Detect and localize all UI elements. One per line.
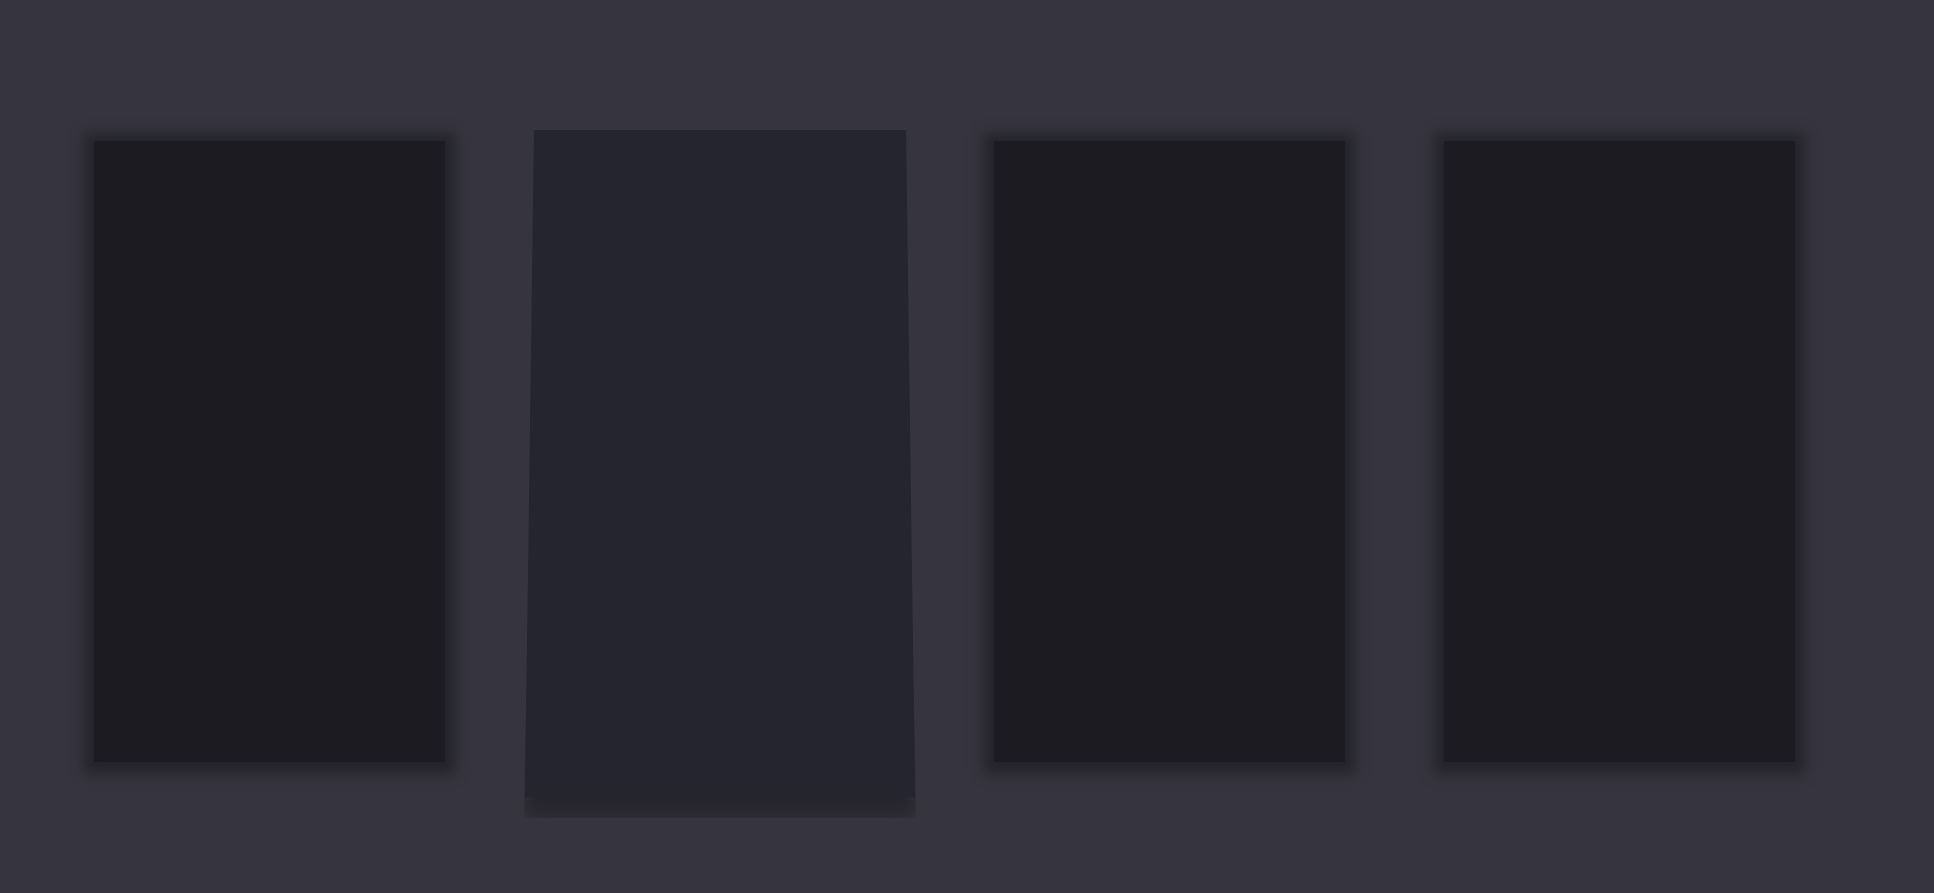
card-4[interactable] [1444, 141, 1795, 762]
card-2-hovered[interactable] [525, 130, 915, 797]
card-1[interactable] [94, 141, 445, 762]
card-3[interactable] [994, 141, 1345, 762]
canvas [0, 0, 1934, 893]
